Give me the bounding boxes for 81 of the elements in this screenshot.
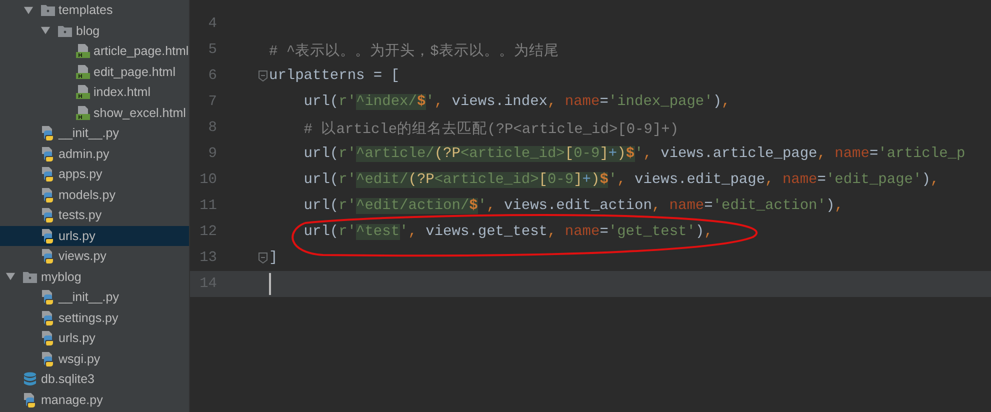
file-name: edit_page.html (94, 64, 176, 79)
python-file-icon (22, 392, 38, 408)
python-file-icon (40, 166, 56, 182)
file-tree-item[interactable]: urls.py (0, 226, 189, 246)
file-name: views.py (58, 249, 106, 264)
file-tree-item[interactable]: tests.py (0, 205, 189, 226)
file-tree-item[interactable]: edit_page.html (0, 62, 189, 82)
html-file-icon (74, 104, 90, 121)
file-name: index.html (94, 85, 150, 100)
file-name: urls.py (58, 228, 96, 243)
line-number: 13 (198, 250, 217, 266)
python-file-icon (40, 186, 56, 203)
line-number: 6 (207, 68, 217, 84)
line-number: 10 (198, 172, 217, 188)
file-tree-item[interactable]: settings.py (0, 308, 189, 328)
file-tree-item[interactable]: show_excel.html (0, 102, 189, 123)
html-file-icon (74, 43, 90, 60)
file-tree-item[interactable]: index.html (0, 82, 189, 102)
python-file-icon (40, 350, 56, 367)
line-number: 7 (207, 94, 217, 110)
file-tree-item[interactable]: wsgi.py (0, 348, 189, 369)
file-name: urls.py (58, 331, 96, 346)
html-file-icon (74, 84, 90, 100)
file-tree-item[interactable]: views.py (0, 246, 189, 266)
fold-marker-icon[interactable] (258, 70, 268, 82)
line-number: 12 (198, 224, 217, 240)
file-tree-item[interactable]: blog (0, 20, 189, 41)
code-line: # ^表示以。。为开头，$表示以。。为结尾 (269, 42, 560, 60)
code-line: url(r'^article/(?P<article_id>[0-9]+)$', views.article_page, name='article_p (302, 145, 966, 164)
file-name: templates (58, 3, 113, 18)
code-line: url(r'^edit/(?P<article_id>[0-9]+)$', views.edit_page, name='edit_page'), (302, 171, 940, 190)
file-name: show_excel.html (94, 106, 186, 120)
python-file-icon (40, 330, 56, 346)
file-name: blog (76, 24, 100, 38)
code-line: ] (269, 249, 279, 268)
file-tree-item[interactable]: models.py (0, 184, 189, 205)
file-name: __init__.py (58, 126, 119, 140)
file-name: article_page.html (94, 44, 189, 58)
file-name: myblog (41, 270, 82, 284)
file-tree-item[interactable]: templates (0, 0, 189, 20)
file-name: db.sqlite3 (41, 372, 95, 386)
line-number: 11 (198, 198, 217, 214)
code-line: url(r'^edit/action/$', views.edit_action, name='edit_action'), (302, 197, 844, 216)
python-file-icon (40, 207, 56, 224)
python-file-icon (40, 228, 56, 244)
file-tree-item[interactable]: db.sqlite3 (0, 369, 189, 390)
code-line: # 以article的组名去匹配(?P<article_id>[0-9]+) (302, 120, 680, 138)
database-icon (22, 371, 38, 388)
file-name: admin.py (58, 146, 110, 161)
file-name: __init__.py (58, 290, 119, 304)
line-number: 9 (207, 146, 217, 162)
file-name: models.py (58, 188, 116, 202)
python-file-icon (40, 125, 56, 142)
line-number: 8 (207, 120, 217, 136)
python-file-icon (40, 248, 56, 264)
expanded-arrow-icon[interactable] (40, 25, 51, 36)
file-tree-item[interactable]: __init__.py (0, 123, 189, 144)
python-file-icon (40, 310, 56, 326)
file-tree-item[interactable]: __init__.py (0, 287, 189, 308)
html-file-icon (74, 64, 90, 80)
expanded-arrow-icon[interactable] (5, 271, 16, 282)
file-tree-item[interactable]: urls.py (0, 328, 189, 348)
line-number: 5 (207, 42, 217, 58)
code-line: url(r'^test', views.get_test, name='get_test'), (302, 223, 714, 242)
line-number: 4 (207, 16, 217, 32)
file-tree-item[interactable]: myblog (0, 266, 189, 287)
file-tree-item[interactable]: apps.py (0, 164, 189, 184)
file-tree-item[interactable]: manage.py (0, 390, 189, 410)
file-name: settings.py (58, 310, 118, 325)
python-file-icon (40, 146, 56, 162)
code-line: url(r'^index/$', views.index, name='index_page'), (302, 93, 732, 112)
python-file-icon (40, 289, 56, 306)
file-tree-item[interactable]: article_page.html (0, 41, 189, 62)
file-name: wsgi.py (58, 352, 100, 366)
file-name: tests.py (58, 208, 102, 222)
code-line: urlpatterns = [ (269, 67, 401, 86)
expanded-arrow-icon[interactable] (22, 4, 34, 16)
fold-marker-icon[interactable] (258, 252, 268, 264)
file-name: apps.py (58, 167, 102, 182)
file-tree-item[interactable]: admin.py (0, 144, 189, 164)
file-name: manage.py (41, 392, 103, 407)
